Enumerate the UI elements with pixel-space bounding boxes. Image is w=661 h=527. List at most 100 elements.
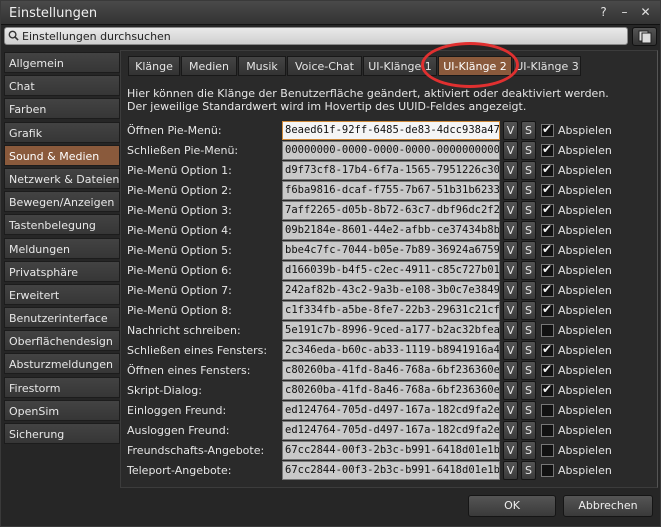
sidebar-item[interactable]: Oberflächendesign	[4, 330, 120, 352]
tab[interactable]: Musik	[238, 56, 286, 76]
tab[interactable]: Voice-Chat	[287, 56, 362, 76]
sidebar-item[interactable]: Netzwerk & Dateien	[4, 167, 120, 189]
reset-default-button[interactable]: V	[503, 221, 518, 240]
tab[interactable]: Medien	[181, 56, 237, 76]
play-sound-button[interactable]: S	[521, 221, 536, 240]
uuid-field[interactable]: 8eaed61f-92ff-6485-de83-4dcc938a478e	[282, 121, 500, 140]
sidebar-item[interactable]: Meldungen	[4, 237, 120, 259]
search-input[interactable]	[22, 28, 622, 44]
play-sound-button[interactable]: S	[521, 301, 536, 320]
close-icon[interactable]: ✕	[639, 6, 652, 19]
tab[interactable]: Klänge	[128, 56, 180, 76]
uuid-field[interactable]: f6ba9816-dcaf-f755-7b67-51b31b6233e5	[282, 181, 500, 200]
play-checkbox[interactable]	[541, 404, 554, 417]
reset-default-button[interactable]: V	[503, 401, 518, 420]
reset-default-button[interactable]: V	[503, 421, 518, 440]
sidebar-item[interactable]: Benutzerinterface	[4, 307, 120, 329]
sidebar-item[interactable]: Tastenbelegung	[4, 214, 120, 236]
uuid-field[interactable]: 7aff2265-d05b-8b72-63c7-dbf96dc2f21f	[282, 201, 500, 220]
reset-default-button[interactable]: V	[503, 321, 518, 340]
play-checkbox[interactable]	[541, 222, 554, 237]
play-sound-button[interactable]: S	[521, 161, 536, 180]
tab[interactable]: UI-Klänge 3	[513, 56, 581, 76]
uuid-field[interactable]: 00000000-0000-0000-0000-000000000000	[282, 141, 500, 160]
uuid-field[interactable]: ed124764-705d-d497-167a-182cd9fa2e6c	[282, 421, 500, 440]
tab[interactable]: UI-Klänge 1	[363, 56, 437, 76]
reset-default-button[interactable]: V	[503, 361, 518, 380]
sidebar-item[interactable]: Bewegen/Anzeigen	[4, 191, 120, 213]
sidebar-item[interactable]: Chat	[4, 75, 120, 97]
sidebar-item[interactable]: Sicherung	[4, 423, 120, 444]
cancel-button[interactable]: Abbrechen	[563, 495, 653, 517]
play-checkbox[interactable]	[541, 162, 554, 177]
play-sound-button[interactable]: S	[521, 261, 536, 280]
uuid-field[interactable]: ed124764-705d-d497-167a-182cd9fa2e6c	[282, 401, 500, 420]
sidebar-item[interactable]: Absturzmeldungen	[4, 353, 120, 375]
play-checkbox[interactable]	[541, 444, 554, 457]
reset-default-button[interactable]: V	[503, 121, 518, 140]
uuid-field[interactable]: 242af82b-43c2-9a3b-e108-3b0c7e384981	[282, 281, 500, 300]
uuid-field[interactable]: d9f73cf8-17b4-6f7a-1565-7951226c305d	[282, 161, 500, 180]
play-checkbox[interactable]	[541, 242, 554, 257]
help-icon[interactable]: ?	[597, 6, 610, 19]
search-options-button[interactable]	[632, 27, 657, 46]
uuid-field[interactable]: 2c346eda-b60c-ab33-1119-b8941916a499	[282, 341, 500, 360]
play-checkbox[interactable]	[541, 382, 554, 397]
play-sound-button[interactable]: S	[521, 321, 536, 340]
play-checkbox[interactable]	[541, 182, 554, 197]
reset-default-button[interactable]: V	[503, 201, 518, 220]
sidebar-item[interactable]: OpenSim	[4, 399, 120, 421]
play-sound-button[interactable]: S	[521, 401, 536, 420]
uuid-field[interactable]: 67cc2844-00f3-2b3c-b991-6418d01e1bb7	[282, 441, 500, 460]
play-sound-button[interactable]: S	[521, 281, 536, 300]
sidebar-item[interactable]: Grafik	[4, 121, 120, 143]
title-bar[interactable]: Einstellungen ? – ✕	[1, 1, 660, 25]
sidebar-item[interactable]: Erweitert	[4, 283, 120, 305]
reset-default-button[interactable]: V	[503, 261, 518, 280]
play-sound-button[interactable]: S	[521, 201, 536, 220]
reset-default-button[interactable]: V	[503, 341, 518, 360]
tab[interactable]: UI-Klänge 2	[438, 56, 512, 76]
play-checkbox[interactable]	[541, 362, 554, 377]
sidebar-item[interactable]: Firestorm	[4, 376, 120, 398]
reset-default-button[interactable]: V	[503, 141, 518, 160]
reset-default-button[interactable]: V	[503, 461, 518, 480]
play-checkbox[interactable]	[541, 142, 554, 157]
uuid-field[interactable]: c1f334fb-a5be-8fe7-22b3-29631c21cf0b	[282, 301, 500, 320]
sidebar-item[interactable]: Farben	[4, 98, 120, 120]
sidebar-item[interactable]: Privatsphäre	[4, 260, 120, 282]
play-checkbox[interactable]	[541, 202, 554, 217]
uuid-field[interactable]: 67cc2844-00f3-2b3c-b991-6418d01e1bb7	[282, 461, 500, 480]
reset-default-button[interactable]: V	[503, 281, 518, 300]
minimize-icon[interactable]: –	[618, 6, 631, 19]
play-checkbox[interactable]	[541, 424, 554, 437]
play-sound-button[interactable]: S	[521, 241, 536, 260]
play-sound-button[interactable]: S	[521, 421, 536, 440]
play-sound-button[interactable]: S	[521, 341, 536, 360]
uuid-field[interactable]: bbe4c7fc-7044-b05e-7b89-36924a67593c	[282, 241, 500, 260]
play-sound-button[interactable]: S	[521, 141, 536, 160]
play-checkbox[interactable]	[541, 262, 554, 277]
reset-default-button[interactable]: V	[503, 301, 518, 320]
uuid-field[interactable]: d166039b-b4f5-c2ec-4911-c85c727b016c	[282, 261, 500, 280]
play-checkbox[interactable]	[541, 122, 554, 137]
play-sound-button[interactable]: S	[521, 461, 536, 480]
ok-button[interactable]: OK	[468, 495, 556, 517]
play-checkbox[interactable]	[541, 342, 554, 357]
uuid-field[interactable]: 5e191c7b-8996-9ced-a177-b2ac32bfea06	[282, 321, 500, 340]
sidebar-item[interactable]: Sound & Medien	[4, 144, 120, 166]
reset-default-button[interactable]: V	[503, 241, 518, 260]
reset-default-button[interactable]: V	[503, 181, 518, 200]
play-checkbox[interactable]	[541, 282, 554, 297]
play-sound-button[interactable]: S	[521, 381, 536, 400]
uuid-field[interactable]: c80260ba-41fd-8a46-768a-6bf236360e3a	[282, 361, 500, 380]
reset-default-button[interactable]: V	[503, 381, 518, 400]
reset-default-button[interactable]: V	[503, 161, 518, 180]
play-sound-button[interactable]: S	[521, 121, 536, 140]
play-checkbox[interactable]	[541, 302, 554, 317]
uuid-field[interactable]: 09b2184e-8601-44e2-afbb-ce37434b8ba1	[282, 221, 500, 240]
sidebar-item[interactable]: Allgemein	[4, 52, 120, 73]
play-checkbox[interactable]	[541, 464, 554, 477]
uuid-field[interactable]: c80260ba-41fd-8a46-768a-6bf236360e3a	[282, 381, 500, 400]
play-sound-button[interactable]: S	[521, 361, 536, 380]
